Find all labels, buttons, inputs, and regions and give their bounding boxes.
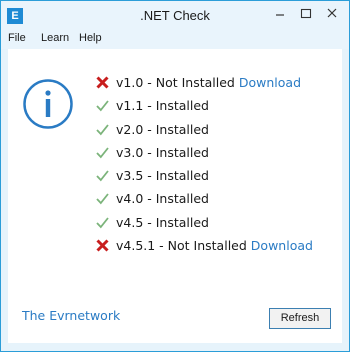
content-panel: v1.0 - Not Installed Download v1.1 - Inst… bbox=[8, 49, 342, 343]
minimize-icon bbox=[276, 14, 284, 16]
app-window: E .NET Check File Learn Help v1.0 - Not … bbox=[0, 0, 350, 352]
check-icon bbox=[96, 124, 109, 135]
evrnetwork-link[interactable]: The Evrnetwork bbox=[22, 308, 120, 323]
status-text: v2.0 - Installed bbox=[116, 121, 209, 137]
cross-icon bbox=[96, 76, 109, 89]
check-icon bbox=[96, 147, 109, 159]
check-icon bbox=[96, 100, 109, 112]
download-link-v1-0[interactable]: Download bbox=[239, 75, 301, 90]
status-text: v4.5.1 - Not Installed bbox=[116, 238, 247, 254]
cross-icon bbox=[96, 239, 109, 252]
minimize-button[interactable] bbox=[267, 4, 293, 24]
status-text: v1.0 - Not Installed bbox=[116, 75, 235, 90]
download-link-v4-5-1[interactable]: Download bbox=[251, 238, 313, 253]
close-button[interactable] bbox=[319, 4, 345, 24]
status-text: v4.0 - Installed bbox=[116, 191, 209, 207]
status-row-v3-5: v3.5 - Installed bbox=[88, 164, 338, 187]
status-text: v3.5 - Installed bbox=[116, 168, 209, 184]
status-row-v1-0: v1.0 - Not Installed Download bbox=[88, 71, 338, 94]
status-row-v3-0: v3.0 - Installed bbox=[88, 141, 338, 164]
maximize-button[interactable] bbox=[293, 4, 319, 24]
refresh-button[interactable]: Refresh bbox=[269, 308, 331, 329]
menu-learn[interactable]: Learn bbox=[41, 32, 69, 44]
check-icon bbox=[96, 193, 109, 205]
title-bar[interactable]: E .NET Check bbox=[1, 1, 349, 31]
status-row-v1-1: v1.1 - Installed bbox=[88, 94, 338, 117]
info-circle-icon bbox=[23, 79, 73, 129]
check-icon bbox=[96, 217, 109, 229]
menu-file[interactable]: File bbox=[8, 32, 26, 44]
status-row-v4-0: v4.0 - Installed bbox=[88, 187, 338, 210]
status-row-v4-5-1: v4.5.1 - Not Installed Download bbox=[88, 234, 338, 257]
menu-bar: File Learn Help bbox=[1, 31, 349, 49]
status-row-v4-5: v4.5 - Installed bbox=[88, 211, 338, 234]
check-icon bbox=[96, 170, 109, 182]
status-text: v3.0 - Installed bbox=[116, 144, 209, 160]
close-icon bbox=[327, 8, 337, 18]
status-text: v1.1 - Installed bbox=[116, 98, 209, 114]
status-text: v4.5 - Installed bbox=[116, 214, 209, 230]
framework-status-list: v1.0 - Not Installed Download v1.1 - Inst… bbox=[88, 71, 338, 257]
maximize-icon bbox=[300, 8, 312, 19]
status-row-v2-0: v2.0 - Installed bbox=[88, 118, 338, 141]
menu-help[interactable]: Help bbox=[79, 32, 102, 44]
